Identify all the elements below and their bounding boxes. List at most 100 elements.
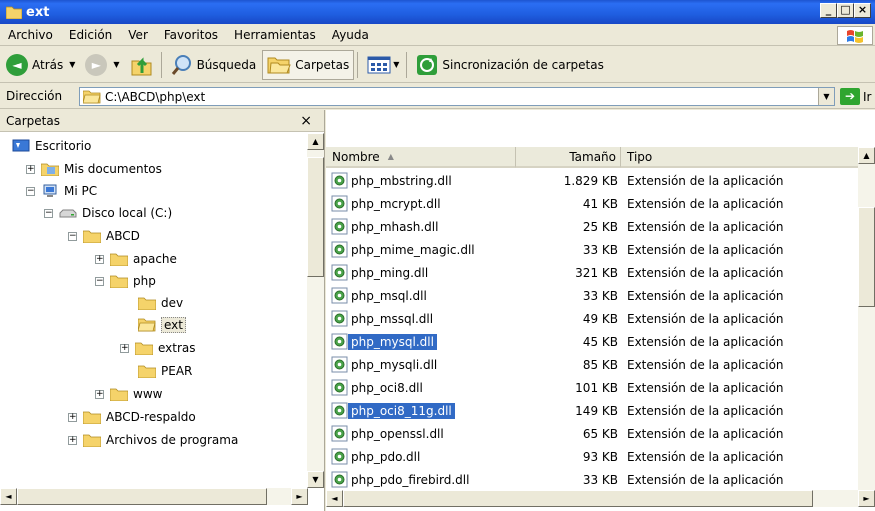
file-row[interactable]: php_mime_magic.dll 33 KB Extensión de la a… (326, 238, 875, 261)
sync-folders-button[interactable]: Sincronización de carpetas (412, 50, 607, 80)
folder-icon (110, 275, 128, 288)
file-name-cell[interactable]: php_mcrypt.dll (331, 194, 444, 214)
expand-icon[interactable]: + (68, 435, 77, 445)
chevron-down-icon[interactable]: ▼ (69, 60, 75, 69)
go-button[interactable]: ➔ Ir (840, 88, 871, 105)
menu-archivo[interactable]: Archivo (0, 28, 61, 42)
file-row[interactable]: php_pdo_firebird.dll 33 KB Extensión de la… (326, 468, 875, 491)
file-type: Extensión de la aplicación (627, 380, 784, 395)
chevron-down-icon[interactable]: ▼ (818, 88, 834, 105)
file-row[interactable]: php_oci8.dll 101 KB Extensión de la aplica… (326, 376, 875, 399)
menu-ver[interactable]: Ver (120, 28, 156, 42)
file-row[interactable]: php_openssl.dll 65 KB Extensión de la apli… (326, 422, 875, 445)
tree-item-escritorio[interactable]: Escritorio (12, 135, 91, 157)
tree-item-pear[interactable]: PEAR (138, 360, 192, 382)
views-button[interactable]: ▼ (363, 50, 403, 80)
tree-vertical-scrollbar[interactable]: ▲ ▼ (307, 133, 324, 488)
collapse-icon[interactable]: − (44, 208, 53, 218)
expand-icon[interactable]: + (68, 412, 77, 422)
minimize-button[interactable]: _ (820, 3, 837, 18)
back-button[interactable]: ◄ Atrás ▼ (2, 50, 79, 80)
search-button[interactable]: Búsqueda (167, 50, 261, 80)
file-row[interactable]: php_ming.dll 321 KB Extensión de la aplica… (326, 261, 875, 284)
file-name-cell[interactable]: php_mysql.dll (331, 332, 437, 352)
scroll-left-icon[interactable]: ◄ (0, 488, 17, 505)
file-row[interactable]: php_oci8_11g.dll 149 KB Extensión de la ap… (326, 399, 875, 422)
file-row[interactable]: php_mssql.dll 49 KB Extensión de la aplica… (326, 307, 875, 330)
file-name-cell[interactable]: php_pdo.dll (331, 447, 423, 467)
file-name-cell[interactable]: php_pdo_firebird.dll (331, 470, 472, 490)
collapse-icon[interactable]: − (95, 276, 104, 286)
file-name-cell[interactable]: php_mssql.dll (331, 309, 436, 329)
file-name-cell[interactable]: php_mysqli.dll (331, 355, 440, 375)
file-name-cell[interactable]: php_mime_magic.dll (331, 240, 478, 260)
tree-label: php (133, 274, 156, 288)
tree-item-archivos-de-programa[interactable]: + Archivos de programa (68, 429, 238, 451)
file-row[interactable]: php_msql.dll 33 KB Extensión de la aplicac… (326, 284, 875, 307)
scroll-thumb[interactable] (343, 490, 813, 507)
expand-icon[interactable]: + (95, 389, 104, 399)
collapse-icon[interactable]: − (26, 186, 35, 196)
folders-button[interactable]: Carpetas (262, 49, 355, 80)
tree-item-ext[interactable]: ext (138, 314, 186, 336)
tree-item-www[interactable]: + www (95, 383, 162, 405)
file-row[interactable]: php_mcrypt.dll 41 KB Extensión de la aplic… (326, 192, 875, 215)
tree-item-apache[interactable]: + apache (95, 248, 177, 270)
maximize-button[interactable]: □ (837, 3, 854, 18)
close-icon[interactable]: × (300, 113, 312, 129)
column-header-type[interactable]: Tipo (621, 147, 861, 168)
dll-file-icon (331, 425, 348, 442)
file-row[interactable]: php_pdo.dll 93 KB Extensión de la aplicaci… (326, 445, 875, 468)
expand-icon[interactable]: + (26, 164, 35, 174)
scroll-up-icon[interactable]: ▲ (307, 133, 324, 150)
chevron-down-icon[interactable]: ▼ (113, 60, 119, 69)
file-name-cell[interactable]: php_mbstring.dll (331, 171, 455, 191)
file-name-cell[interactable]: php_mhash.dll (331, 217, 441, 237)
menu-herramientas[interactable]: Herramientas (226, 28, 324, 42)
scroll-right-icon[interactable]: ► (858, 490, 875, 507)
file-row[interactable]: php_mbstring.dll 1.829 KB Extensión de la … (326, 169, 875, 192)
menu-ayuda[interactable]: Ayuda (324, 28, 377, 42)
up-folder-button[interactable] (126, 50, 158, 80)
file-name-cell[interactable]: php_oci8_11g.dll (331, 401, 455, 421)
tree-item-abcd-respaldo[interactable]: + ABCD-respaldo (68, 406, 196, 428)
scroll-up-icon[interactable]: ▲ (858, 147, 875, 164)
scroll-thumb[interactable] (17, 488, 267, 505)
menu-edicion[interactable]: Edición (61, 28, 120, 42)
tree-item-mis-documentos[interactable]: + Mis documentos (26, 158, 162, 180)
tree-item-dev[interactable]: dev (138, 292, 183, 314)
tree-item-abcd[interactable]: − ABCD (68, 225, 140, 247)
scroll-thumb[interactable] (307, 157, 324, 277)
file-row[interactable]: php_mysqli.dll 85 KB Extensión de la aplic… (326, 353, 875, 376)
file-size: 149 KB (575, 403, 618, 418)
close-button[interactable]: × (854, 3, 871, 18)
column-header-name[interactable]: Nombre ▲ (326, 147, 516, 168)
expand-icon[interactable]: + (120, 343, 129, 353)
title-bar[interactable]: ext _ □ × (0, 0, 875, 24)
file-list-vertical-scrollbar[interactable]: ▲ (858, 147, 875, 490)
tree-horizontal-scrollbar[interactable]: ◄ ► (0, 488, 308, 505)
scroll-left-icon[interactable]: ◄ (326, 490, 343, 507)
file-name-cell[interactable]: php_ming.dll (331, 263, 431, 283)
tree-item-mi-pc[interactable]: − Mi PC (26, 180, 97, 202)
tree-item-php[interactable]: − php (95, 270, 156, 292)
scroll-right-icon[interactable]: ► (291, 488, 308, 505)
menu-favoritos[interactable]: Favoritos (156, 28, 226, 42)
file-name-cell[interactable]: php_msql.dll (331, 286, 430, 306)
tree-item-disco-local[interactable]: − Disco local (C:) (44, 202, 172, 224)
dll-file-icon (331, 195, 348, 212)
tree-item-extras[interactable]: + extras (120, 337, 196, 359)
collapse-icon[interactable]: − (68, 231, 77, 241)
address-input[interactable]: C:\ABCD\php\ext ▼ (79, 87, 835, 106)
chevron-down-icon[interactable]: ▼ (393, 60, 399, 69)
file-name-cell[interactable]: php_openssl.dll (331, 424, 447, 444)
file-row[interactable]: php_mysql.dll 45 KB Extensión de la aplica… (326, 330, 875, 353)
column-header-size[interactable]: Tamaño (516, 147, 621, 168)
scroll-thumb[interactable] (858, 207, 875, 307)
file-row[interactable]: php_mhash.dll 25 KB Extensión de la aplica… (326, 215, 875, 238)
file-name-cell[interactable]: php_oci8.dll (331, 378, 426, 398)
file-list-horizontal-scrollbar[interactable]: ◄ ► (326, 490, 875, 507)
forward-button[interactable]: ► ▼ (81, 50, 123, 80)
scroll-down-icon[interactable]: ▼ (307, 471, 324, 488)
expand-icon[interactable]: + (95, 254, 104, 264)
